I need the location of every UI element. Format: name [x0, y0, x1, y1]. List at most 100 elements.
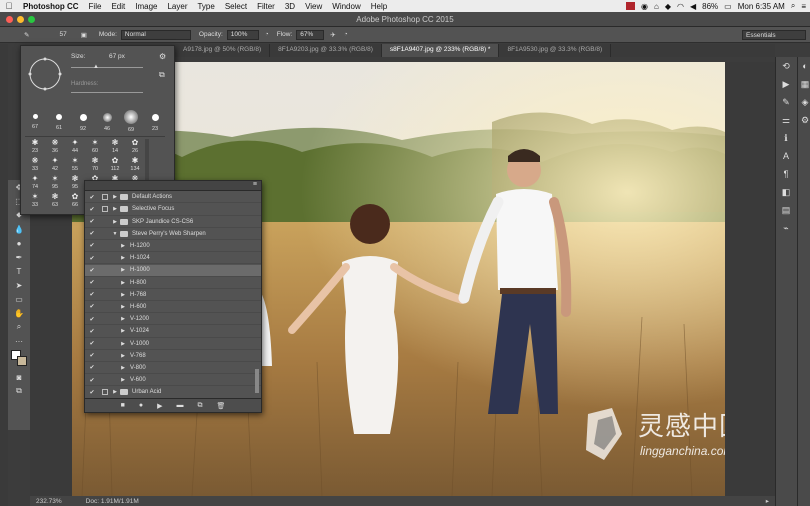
paths-icon[interactable]: ⌁	[776, 219, 796, 237]
toggle-check-icon[interactable]: ✔	[85, 218, 99, 225]
actions-icon[interactable]: ▶	[776, 75, 796, 93]
expand-arrow-icon[interactable]: ▶	[119, 377, 127, 383]
quick-mask-icon[interactable]: ◙	[8, 370, 30, 384]
brush-preset[interactable]: 67	[25, 112, 45, 134]
search-icon[interactable]: ⌕	[791, 1, 795, 11]
brush-preset[interactable]: 69	[121, 110, 141, 134]
new-action-icon[interactable]: ⧉	[197, 402, 202, 410]
properties-icon[interactable]: ⚙	[798, 111, 810, 129]
stop-icon[interactable]: ■	[121, 402, 125, 409]
menu-type[interactable]: Type	[192, 2, 219, 11]
tab-8f1a9530[interactable]: 8F1A9530.jpg @ 33.3% (RGB/8)	[499, 44, 612, 57]
history-icon[interactable]: ⟲	[776, 57, 796, 75]
action-row[interactable]: ✔ ▶ V-800	[85, 363, 261, 375]
expand-arrow-icon[interactable]: ▶	[111, 194, 119, 200]
size-slider-thumb[interactable]: ▲	[93, 64, 99, 70]
brush-preset[interactable]: ✿ 66	[65, 193, 85, 211]
doc-size[interactable]: Doc: 1.91M/1.91M	[86, 498, 139, 505]
type-tool-icon[interactable]: T	[8, 264, 30, 278]
toggle-check-icon[interactable]: ✔	[85, 389, 99, 396]
info-icon[interactable]: ℹ	[776, 129, 796, 147]
battery-percent[interactable]: 86%	[702, 2, 718, 11]
brush-size-readout[interactable]: 57	[59, 31, 66, 38]
brush-tool-icon[interactable]: ✎	[24, 31, 29, 39]
action-row[interactable]: ✔ ▶ V-1024	[85, 326, 261, 338]
tab-a9178[interactable]: A9178.jpg @ 50% (RGB/8)	[175, 44, 271, 57]
brush-size-value[interactable]: 67 px	[109, 53, 125, 60]
expand-arrow-icon[interactable]: ▶	[119, 280, 127, 286]
zoom-tool-icon[interactable]: ⌕	[8, 320, 30, 334]
action-row[interactable]: ✔ ▶ H-768	[85, 290, 261, 301]
toggle-check-icon[interactable]: ✔	[85, 242, 99, 249]
opacity-field[interactable]: 100%	[226, 29, 259, 40]
menu-3d[interactable]: 3D	[280, 2, 300, 11]
styles-icon[interactable]: ◈	[798, 93, 810, 111]
dialog-toggle[interactable]	[99, 194, 111, 201]
action-row[interactable]: ✔ ▶ V-1200	[85, 314, 261, 326]
screen-mode-icon[interactable]: ⧉	[8, 384, 30, 398]
menu-file[interactable]: File	[84, 2, 107, 11]
action-set-row[interactable]: ✔ ▶ Default Actions	[85, 192, 261, 204]
brush-preset[interactable]: ✦ 44	[65, 139, 85, 157]
brush-preset[interactable]: ❃ 63	[45, 193, 65, 211]
brush-preset[interactable]: ✿ 26	[125, 139, 145, 157]
toggle-check-icon[interactable]: ✔	[85, 377, 99, 384]
brush-preset[interactable]: 23	[145, 112, 165, 134]
list-icon[interactable]: ≡	[801, 2, 806, 11]
toggle-check-icon[interactable]: ✔	[85, 340, 99, 347]
eye-icon[interactable]: ◉	[641, 2, 648, 11]
menu-select[interactable]: Select	[220, 2, 252, 11]
mode-select[interactable]: Normal	[120, 29, 191, 40]
channels-icon[interactable]: ▤	[776, 201, 796, 219]
color-swatches[interactable]	[8, 348, 30, 370]
battery-icon[interactable]: ▭	[724, 2, 732, 11]
tab-8f1a9203[interactable]: 8F1A9203.jpg @ 33.3% (RGB/8)	[270, 44, 382, 57]
toggle-check-icon[interactable]: ✔	[85, 364, 99, 371]
record-icon[interactable]: ●	[139, 402, 143, 409]
character-icon[interactable]: A	[776, 147, 796, 165]
hardness-slider-track[interactable]	[71, 92, 143, 93]
toggle-check-icon[interactable]: ✔	[85, 352, 99, 359]
more-tools-icon[interactable]: ···	[8, 334, 30, 348]
expand-arrow-icon[interactable]: ▶	[111, 389, 119, 395]
app-status-icon[interactable]	[626, 2, 635, 10]
action-row[interactable]: ✔ ▶ V-600	[85, 375, 261, 387]
action-set-row[interactable]: ✔ ▶ Selective Focus	[85, 204, 261, 216]
brush-preset[interactable]: ❃ 70	[85, 157, 105, 175]
brush-settings-icon[interactable]: ✎	[776, 93, 796, 111]
home-icon[interactable]: ⌂	[654, 2, 659, 11]
toggle-check-icon[interactable]: ✔	[85, 255, 99, 262]
expand-arrow-icon[interactable]: ▶	[119, 316, 127, 322]
toggle-check-icon[interactable]: ✔	[85, 328, 99, 335]
action-set-row[interactable]: ✔ ▶ Urban Acid	[85, 387, 261, 399]
panel-menu-icon[interactable]: ≡	[253, 181, 257, 188]
pressure-opacity-icon[interactable]: ◔	[265, 31, 269, 38]
expand-arrow-icon[interactable]: ▶	[111, 206, 119, 212]
pressure-size-icon[interactable]: ◔	[344, 31, 348, 38]
brush-preset[interactable]: 92	[73, 112, 93, 134]
dialog-toggle[interactable]	[99, 389, 111, 396]
toggle-check-icon[interactable]: ✔	[85, 291, 99, 298]
brush-preset[interactable]: ✱ 23	[25, 139, 45, 157]
wifi-icon[interactable]: ◠	[677, 2, 684, 11]
expand-arrow-icon[interactable]: ▶	[119, 292, 127, 298]
brush-preset[interactable]: ✿ 112	[105, 157, 125, 175]
dodge-tool-icon[interactable]: ●	[8, 236, 30, 250]
layers-icon[interactable]: ◧	[776, 183, 796, 201]
brush-preset[interactable]: ✦ 74	[25, 175, 45, 193]
expand-arrow-icon[interactable]: ▶	[119, 341, 127, 347]
toggle-check-icon[interactable]: ✔	[85, 194, 99, 201]
airbrush-icon[interactable]: ✈	[330, 31, 335, 39]
swatches-icon[interactable]: ▦	[798, 75, 810, 93]
apple-menu-icon[interactable]: 	[0, 1, 18, 11]
toggle-check-icon[interactable]: ✔	[85, 303, 99, 310]
menu-view[interactable]: View	[300, 2, 327, 11]
new-set-icon[interactable]: ▬	[176, 402, 183, 409]
play-icon[interactable]: ▶	[157, 402, 162, 410]
actions-scroll-thumb[interactable]	[255, 369, 259, 393]
toggle-check-icon[interactable]: ✔	[85, 279, 99, 286]
rectangle-tool-icon[interactable]: ▭	[8, 292, 30, 306]
dialog-toggle[interactable]	[99, 206, 111, 213]
menu-layer[interactable]: Layer	[162, 2, 192, 11]
brush-preset[interactable]: ❋ 33	[25, 157, 45, 175]
